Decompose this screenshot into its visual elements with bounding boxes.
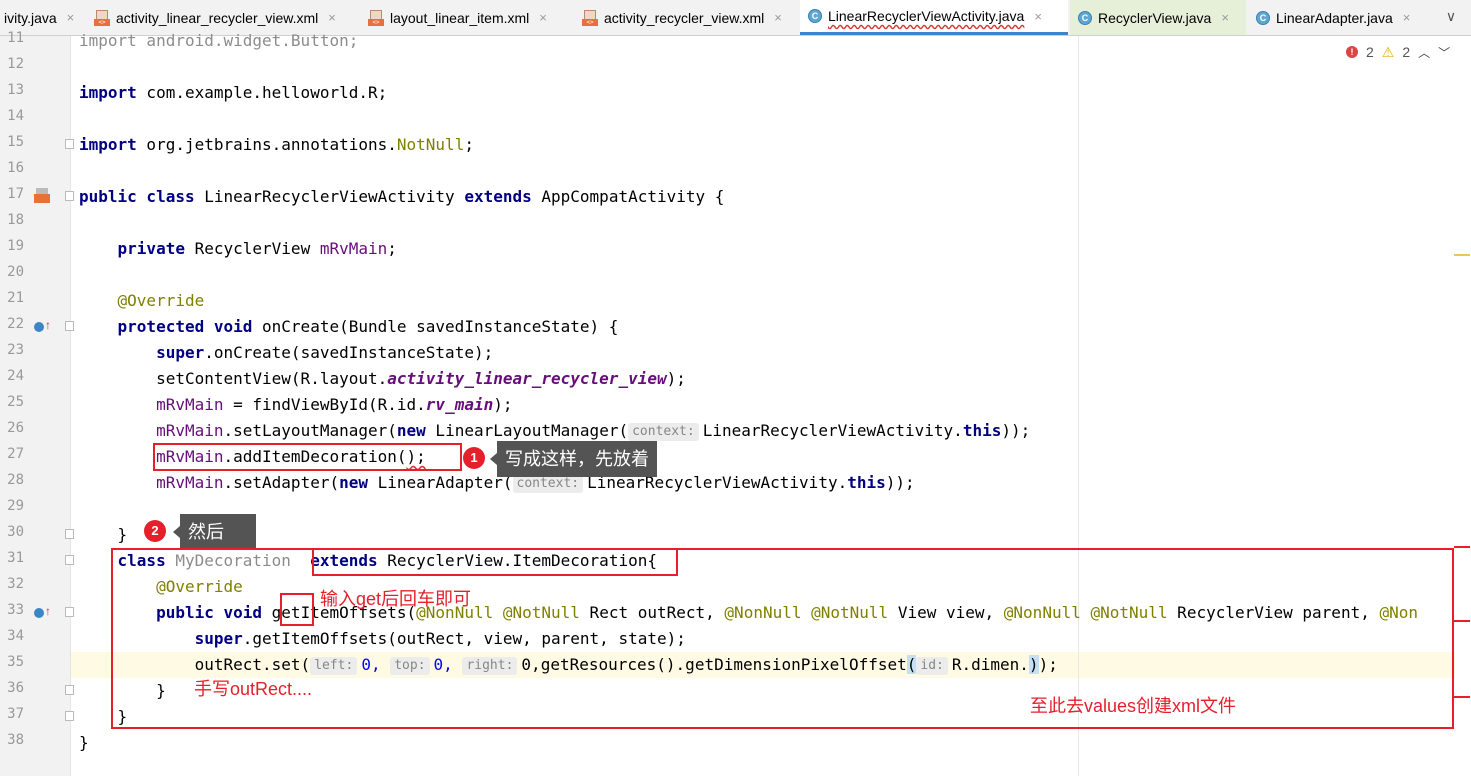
note-handwrite-outrect: 手写outRect.... — [194, 679, 313, 699]
line-number: 12 — [7, 56, 24, 72]
code-line-30: } — [79, 525, 128, 544]
code-line-24: setContentView(R.layout.activity_linear_… — [79, 369, 686, 388]
line-number: 25 — [7, 394, 24, 410]
line-number: 20 — [7, 264, 24, 280]
code-line-13: import com.example.helloworld.R; — [79, 83, 388, 102]
line-number: 34 — [7, 628, 24, 644]
line-number: 17 — [7, 186, 24, 202]
class-icon: C — [1256, 10, 1270, 25]
line-number: 16 — [7, 160, 24, 176]
line-number: 36 — [7, 680, 24, 696]
step-badge-2: 2 — [144, 520, 166, 542]
close-icon[interactable]: × — [539, 10, 547, 25]
line-number: 37 — [7, 706, 24, 722]
code-line-19: private RecyclerView mRvMain; — [79, 239, 397, 258]
line-number: 27 — [7, 446, 24, 462]
line-number: 32 — [7, 576, 24, 592]
tab-recycler-view-java[interactable]: C RecyclerView.java × — [1070, 0, 1246, 35]
code-line-17: public class LinearRecyclerViewActivity … — [79, 187, 725, 206]
line-number: 33 — [7, 602, 24, 618]
line-number: 23 — [7, 342, 24, 358]
warning-count: 2 — [1402, 44, 1411, 60]
error-icon: ! — [1346, 46, 1358, 58]
line-number: 18 — [7, 212, 24, 228]
line-number: 24 — [7, 368, 24, 384]
scrollbar-warning-marker[interactable] — [1454, 254, 1470, 256]
code-line-25: mRvMain = findViewById(R.id.rv_main); — [156, 395, 513, 414]
tab-linear-adapter-java[interactable]: C LinearAdapter.java × — [1248, 0, 1432, 35]
line-number: 11 — [7, 30, 24, 46]
close-icon[interactable]: × — [774, 10, 782, 25]
xml-layout-link-icon[interactable] — [34, 188, 50, 204]
override-method-icon[interactable]: ↑ — [34, 318, 51, 334]
code-line-38: } — [79, 733, 89, 752]
parameter-hint: context: — [628, 423, 699, 441]
step-badge-1: 1 — [463, 447, 485, 469]
code-line-22: protected void onCreate(Bundle savedInst… — [79, 317, 619, 336]
xml-file-icon: <> — [582, 9, 598, 26]
close-icon[interactable]: × — [328, 10, 336, 25]
line-number: 19 — [7, 238, 24, 254]
error-count: 2 — [1366, 44, 1374, 60]
class-icon: C — [1078, 10, 1092, 25]
tab-list-menu-icon[interactable]: ∨ — [1440, 8, 1462, 28]
code-line-23: super.onCreate(savedInstanceState); — [79, 343, 494, 362]
line-number: 22 — [7, 316, 24, 332]
close-icon[interactable]: × — [67, 10, 75, 25]
tab-activity-recycler-view-xml[interactable]: <> activity_recycler_view.xml × — [574, 0, 798, 35]
line-number: 26 — [7, 420, 24, 436]
scrollbar-error-marker[interactable] — [1454, 696, 1470, 698]
tab-layout-linear-item-xml[interactable]: <> layout_linear_item.xml × — [360, 0, 572, 35]
scrollbar-error-marker[interactable] — [1454, 546, 1470, 548]
line-number: 28 — [7, 472, 24, 488]
close-icon[interactable]: × — [1221, 10, 1229, 25]
scrollbar-error-marker[interactable] — [1454, 620, 1470, 622]
previous-highlight-icon[interactable]: ︿ — [1418, 44, 1430, 61]
next-highlight-icon[interactable]: ﹀ — [1438, 44, 1450, 61]
note-values-xml: 至此去values创建xml文件 — [1030, 696, 1237, 716]
code-line-21: @Override — [79, 291, 205, 310]
line-number: 29 — [7, 498, 24, 514]
close-icon[interactable]: × — [1403, 10, 1411, 25]
close-icon[interactable]: × — [1034, 9, 1042, 24]
line-number: 21 — [7, 290, 24, 306]
code-line-15: import org.jetbrains.annotations.NotNull… — [79, 135, 474, 154]
line-number: 38 — [7, 732, 24, 748]
line-number: 30 — [7, 524, 24, 540]
line-number: 15 — [7, 134, 24, 150]
note-type-get: 输入get后回车即可 — [320, 589, 472, 609]
line-number: 14 — [7, 108, 24, 124]
line-number: 13 — [7, 82, 24, 98]
override-method-icon[interactable]: ↑ — [34, 604, 51, 620]
callout-tip-1: 写成这样，先放着 — [490, 441, 657, 477]
tab-linear-recycler-view-activity-java[interactable]: C LinearRecyclerViewActivity.java × — [800, 0, 1068, 35]
highlight-box-extends — [312, 548, 678, 576]
line-number: 31 — [7, 550, 24, 566]
highlight-box-add-item-decoration — [153, 443, 462, 471]
parameter-hint: context: — [512, 475, 584, 493]
xml-file-icon: <> — [94, 9, 110, 26]
warning-icon: ⚠ — [1381, 43, 1395, 60]
code-line-11: import android.widget.Button; — [79, 31, 359, 50]
line-number: 35 — [7, 654, 24, 670]
inspection-widget[interactable]: ! 2 ⚠ 2 ︿ ﹀ — [1346, 42, 1450, 62]
class-icon: C — [808, 9, 822, 23]
callout-tip-2: 然后 — [173, 514, 256, 550]
highlight-box-get — [280, 593, 314, 626]
xml-file-icon: <> — [368, 9, 384, 26]
